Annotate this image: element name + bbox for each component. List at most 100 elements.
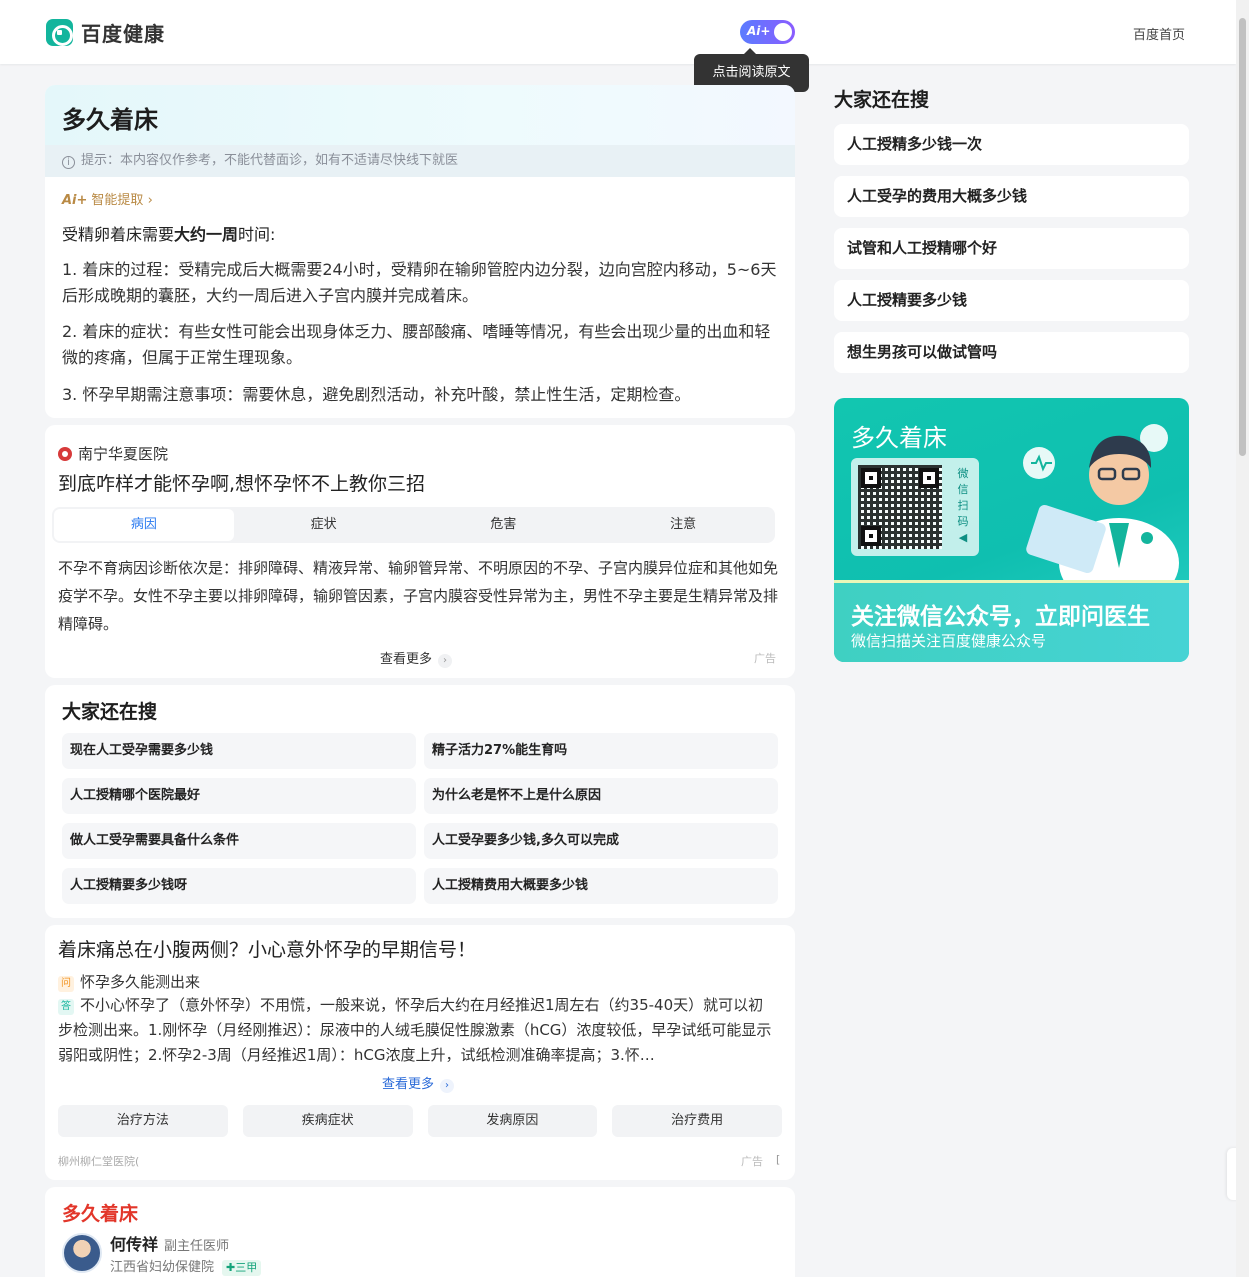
qa-answer: 答不小心怀孕了（意外怀孕）不用慌，一般来说，怀孕后大约在月经推迟1周左右（约35… (58, 993, 778, 1068)
wechat-promo-banner[interactable]: 多久着床 微信扫码 ◀ 关注微信公众号，立即问医生 微信扫描关注百度健康公众号 (834, 398, 1189, 662)
hospital-name-text: 南宁华夏医院 (78, 445, 169, 463)
promo-band-subtitle: 微信扫描关注百度健康公众号 (851, 632, 1047, 650)
summary-point: 2. 着床的症状：有些女性可能会出现身体乏力、腰部酸痛、嗜睡等情况，有些会出现少… (62, 322, 771, 367)
doctor-institution: 江西省妇幼保健院 ✚三甲 (110, 1256, 262, 1276)
ad-bracket: [ (776, 1153, 781, 1166)
hospital-ad-card[interactable]: 南宁华夏医院 到底咋样才能怀孕啊,想怀孕怀不上教你三招 病因 症状 危害 注意 … (45, 425, 795, 678)
related-search-item[interactable]: 为什么老是怀不上是什么原因 (424, 778, 778, 814)
qr-finder-mark (861, 468, 881, 488)
disclaimer-notice: i 提示：本内容仅作参考，不能代替面诊，如有不适请尽快线下就医 (45, 145, 795, 177)
ad-label: 广告 (741, 1155, 763, 1168)
scan-hint-text: 微信扫码 (957, 467, 969, 528)
doctor-avatar[interactable] (62, 1233, 102, 1273)
chevron-right-icon: › (440, 1079, 455, 1093)
ad-source: 柳州柳仁堂医院( (58, 1155, 140, 1168)
tier-text: 三甲 (235, 1261, 258, 1274)
disclaimer-text: 提示：本内容仅作参考，不能代替面诊，如有不适请尽快线下就医 (81, 153, 459, 168)
answer-badge: 答 (58, 999, 74, 1015)
doctor-name: 何传祥 副主任医师 (110, 1231, 229, 1255)
doctor-role: 副主任医师 (164, 1239, 230, 1254)
promo-title: 多久着床 (851, 424, 947, 452)
ai-extract-label: 智能提取 (91, 193, 144, 208)
related-search-item[interactable]: 精子活力27%能生育吗 (424, 733, 778, 769)
info-icon: i (62, 156, 75, 169)
related-search-title: 大家还在搜 (62, 701, 158, 723)
lead-highlight: 大约一周 (174, 225, 239, 244)
promo-band: 关注微信公众号，立即问医生 微信扫描关注百度健康公众号 (834, 580, 1189, 662)
tab-content: 不孕不育病因诊断依次是：排卵障碍、精液异常、输卵管异常、不明原因的不孕、子宫内膜… (58, 559, 779, 633)
ai-toggle-label: Ai+ (747, 24, 771, 38)
lead-prefix: 受精卵着床需要 (62, 225, 175, 244)
chip-cost[interactable]: 治疗费用 (612, 1105, 782, 1137)
ad-label: 广告 (754, 652, 776, 665)
shield-check-icon: ✚ (226, 1261, 236, 1274)
summary-point: 3. 怀孕早期需注意事项：需要休息，避免剧烈活动，补充叶酸，禁止性生活，定期检查… (62, 385, 691, 404)
doctor-name-text: 何传祥 (110, 1235, 159, 1254)
scrollbar-thumb[interactable] (1239, 18, 1246, 456)
sidebar-search-title: 大家还在搜 (834, 89, 930, 111)
logo-icon (46, 19, 73, 46)
institution-text: 江西省妇幼保健院 (110, 1260, 215, 1275)
chip-symptoms[interactable]: 疾病症状 (242, 1105, 413, 1137)
ai-extract-link[interactable]: Ai+ 智能提取 › (62, 189, 153, 208)
related-search-item[interactable]: 做人工受孕需要具备什么条件 (62, 823, 416, 859)
lead-suffix: 时间: (238, 225, 276, 244)
answer-text: 不小心怀孕了（意外怀孕）不用慌，一般来说，怀孕后大约在月经推迟1周左右（约35-… (58, 996, 772, 1064)
related-search-item[interactable]: 人工授精哪个医院最好 (62, 778, 416, 814)
baidu-home-link[interactable]: 百度首页 (1133, 24, 1185, 43)
related-search-item[interactable]: 现在人工受孕需要多少钱 (62, 733, 416, 769)
qr-code-panel: 微信扫码 ◀ (851, 458, 979, 556)
related-search-item[interactable]: 人工授精要多少钱呀 (62, 868, 416, 904)
hospital-icon (58, 446, 72, 461)
see-more-button[interactable]: 查看更多 › (380, 648, 453, 668)
chevron-right-icon: › (147, 193, 153, 208)
page-title: 多久着床 (62, 106, 158, 134)
sidebar-search-item[interactable]: 试管和人工授精哪个好 (834, 228, 1189, 269)
ai-mini-icon: Ai+ (62, 193, 88, 208)
qr-finder-mark (919, 468, 939, 488)
triangle-left-icon: ◀ (958, 531, 968, 544)
hospital-tier-badge: ✚三甲 (222, 1260, 262, 1276)
chip-treatment[interactable]: 治疗方法 (58, 1105, 228, 1137)
qa-question: 问怀孕多久能测出来 (58, 971, 200, 992)
see-more-label: 查看更多 (382, 1077, 435, 1092)
related-search-item[interactable]: 人工授精费用大概要多少钱 (424, 868, 778, 904)
tab-caution[interactable]: 注意 (593, 509, 773, 541)
top-header: 百度健康 Ai+ 百度首页 (0, 0, 1236, 64)
qa-ad-title[interactable]: 着床痛总在小腹两侧？小心意外怀孕的早期信号！ (58, 935, 476, 962)
sidebar-search-item[interactable]: 人工受孕的费用大概多少钱 (834, 176, 1189, 217)
scan-hint: 微信扫码 ◀ (953, 466, 973, 546)
summary-card: 多久着床 i 提示：本内容仅作参考，不能代替面诊，如有不适请尽快线下就医 Ai+ 智… (45, 85, 795, 418)
ai-toggle-switch[interactable]: Ai+ (740, 20, 795, 44)
qa-ad-card[interactable]: 着床痛总在小腹两侧？小心意外怀孕的早期信号！ 问怀孕多久能测出来 答不小心怀孕了… (45, 925, 795, 1180)
doctor-card[interactable]: 多久着床 何传祥 副主任医师 江西省妇幼保健院 ✚三甲 (45, 1187, 795, 1277)
qr-finder-mark (861, 526, 881, 546)
toggle-knob (774, 23, 792, 41)
qa-topic-chips: 治疗方法 疾病症状 发病原因 治疗费用 (58, 1105, 782, 1137)
related-search-item[interactable]: 人工受孕要多少钱,多久可以完成 (424, 823, 778, 859)
summary-point: 1. 着床的过程：受精完成后大概需要24小时，受精卵在输卵管腔内边分裂，边向宫腔… (62, 260, 777, 305)
doctor-section-heading: 多久着床 (62, 1203, 139, 1225)
ad-headline[interactable]: 到底咋样才能怀孕啊,想怀孕怀不上教你三招 (58, 469, 425, 496)
summary-header: 多久着床 i 提示：本内容仅作参考，不能代替面诊，如有不适请尽快线下就医 (45, 85, 795, 177)
summary-lead: 受精卵着床需要大约一周时间: (62, 221, 275, 245)
see-more-label: 查看更多 (380, 652, 433, 667)
chip-causes[interactable]: 发病原因 (427, 1105, 598, 1137)
hospital-name: 南宁华夏医院 (58, 443, 168, 464)
question-text: 怀孕多久能测出来 (80, 973, 201, 991)
sidebar-search-item[interactable]: 人工授精多少钱一次 (834, 124, 1189, 165)
question-badge: 问 (58, 976, 74, 992)
baidu-health-logo[interactable]: 百度健康 (46, 18, 165, 47)
qa-see-more-button[interactable]: 查看更多 › (382, 1073, 455, 1093)
tab-symptom[interactable]: 症状 (234, 509, 414, 541)
logo-text: 百度健康 (81, 22, 165, 46)
sidebar-search-item[interactable]: 想生男孩可以做试管吗 (834, 332, 1189, 373)
tab-harm[interactable]: 危害 (414, 509, 594, 541)
promo-band-title: 关注微信公众号，立即问医生 (851, 604, 1150, 630)
tab-cause[interactable]: 病因 (54, 509, 234, 541)
sidebar-search-item[interactable]: 人工授精要多少钱 (834, 280, 1189, 321)
related-search-grid: 现在人工受孕需要多少钱 精子活力27%能生育吗 人工授精哪个医院最好 为什么老是… (62, 733, 778, 904)
chevron-right-icon: › (438, 654, 453, 668)
related-search-card: 大家还在搜 现在人工受孕需要多少钱 精子活力27%能生育吗 人工授精哪个医院最好… (45, 685, 795, 918)
cause-tabs: 病因 症状 危害 注意 (52, 507, 775, 543)
